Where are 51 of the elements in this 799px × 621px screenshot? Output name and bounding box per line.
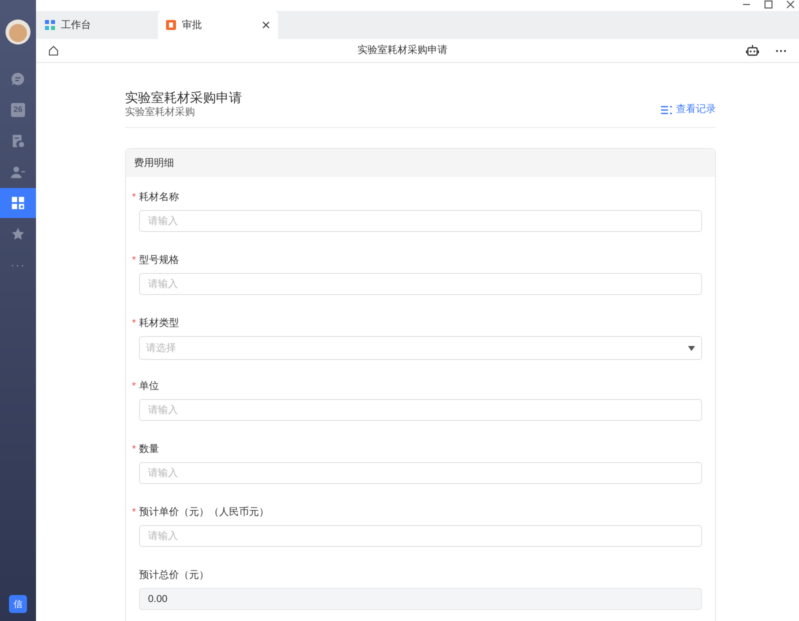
field-label: 单位 — [139, 380, 159, 393]
list-icon — [661, 104, 672, 114]
field-label: 预计单价（元）（人民币元） — [139, 506, 269, 519]
page-title: 实验室耗材采购申请 — [356, 44, 448, 58]
field-label: 耗材类型 — [139, 317, 179, 330]
grid-icon — [11, 196, 25, 210]
contact-icon — [11, 165, 25, 179]
input-field[interactable]: 请输入 — [139, 399, 702, 421]
input-field[interactable]: 请输入 — [139, 273, 702, 295]
document-icon — [166, 20, 176, 30]
tab[interactable]: 工作台 — [37, 11, 157, 39]
more-icon[interactable] — [775, 48, 787, 52]
star-icon — [11, 227, 25, 241]
total-field[interactable]: 0.00 — [139, 588, 702, 610]
more-text: ··· — [10, 259, 26, 271]
records-link[interactable]: 查看记录 — [661, 102, 716, 117]
avatar — [5, 19, 31, 45]
grid-icon — [45, 20, 55, 30]
input-field[interactable]: 请输入 — [139, 525, 702, 547]
caret-icon — [688, 346, 695, 350]
input-field[interactable]: 请输入 — [139, 462, 702, 484]
app-badge[interactable]: 信 — [9, 595, 27, 613]
sidebar-item[interactable]: ··· — [0, 250, 36, 280]
sidebar-item[interactable]: 26 — [0, 95, 36, 125]
required-mark: * — [132, 506, 136, 520]
form-title: 实验室耗材采购申请 — [125, 90, 243, 106]
field-label: 预计总价（元） — [139, 569, 209, 582]
maximize-icon[interactable] — [764, 0, 773, 9]
home-icon[interactable] — [48, 45, 59, 56]
sidebar-item[interactable] — [0, 188, 36, 218]
required-mark: * — [132, 254, 136, 268]
field-label: 数量 — [139, 443, 159, 456]
tab[interactable]: 审批 — [158, 11, 278, 39]
required-mark: * — [132, 191, 136, 205]
required-mark: * — [132, 443, 136, 457]
field-label: 型号规格 — [139, 254, 179, 267]
tab-label: 审批 — [182, 18, 203, 32]
select-field[interactable]: 请选择 — [139, 336, 702, 360]
section-title: 费用明细 — [134, 156, 174, 170]
required-mark: * — [132, 380, 136, 394]
tab-label: 工作台 — [61, 18, 92, 32]
document-icon — [11, 134, 25, 148]
form-subtitle: 实验室耗材采购 — [125, 106, 196, 120]
field-label: 耗材名称 — [139, 191, 179, 204]
close-icon[interactable] — [786, 0, 795, 9]
chat-icon — [11, 72, 25, 86]
input-field[interactable]: 请输入 — [139, 210, 702, 232]
close-icon[interactable] — [262, 21, 270, 29]
required-mark: * — [132, 317, 136, 331]
robot-icon[interactable] — [746, 44, 759, 57]
calendar-icon: 26 — [11, 103, 25, 117]
